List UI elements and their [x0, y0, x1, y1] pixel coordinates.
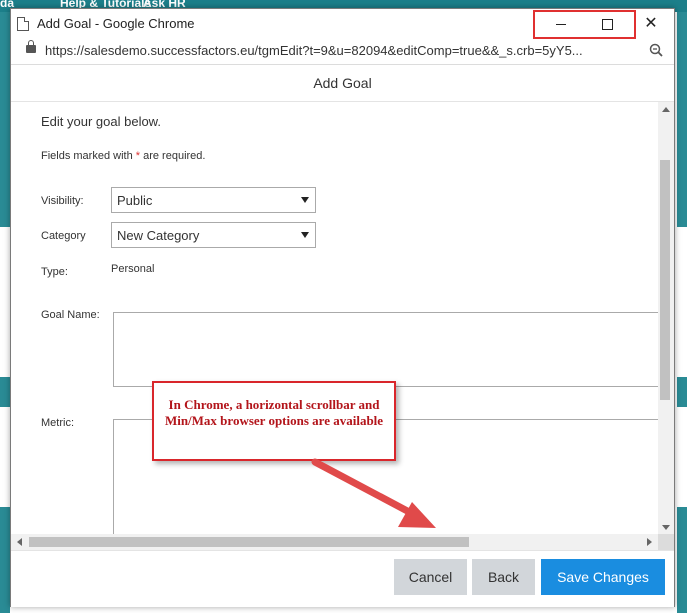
cancel-button[interactable]: Cancel	[394, 559, 467, 595]
visibility-value: Public	[117, 193, 153, 208]
scroll-right-arrow-icon[interactable]	[647, 538, 652, 546]
window-title: Add Goal - Google Chrome	[37, 16, 195, 31]
visibility-select[interactable]: Public	[111, 187, 316, 213]
dialog-footer: Cancel Back Save Changes	[11, 550, 674, 607]
dialog-title: Add Goal	[11, 65, 674, 102]
category-value: New Category	[117, 228, 200, 243]
url-text: https://salesdemo.successfactors.eu/tgmE…	[45, 43, 583, 58]
address-bar: https://salesdemo.successfactors.eu/tgmE…	[11, 39, 674, 65]
category-label: Category	[41, 230, 86, 242]
save-changes-button[interactable]: Save Changes	[541, 559, 665, 595]
horizontal-scroll-thumb[interactable]	[29, 537, 469, 547]
scroll-up-arrow-icon[interactable]	[662, 107, 670, 112]
scrollbar-corner	[658, 534, 674, 550]
required-note: Fields marked with * are required.	[41, 150, 206, 162]
back-button[interactable]: Back	[472, 559, 535, 595]
dropdown-arrow-icon	[301, 232, 309, 238]
background-left-strip	[0, 12, 10, 613]
scroll-left-arrow-icon[interactable]	[17, 538, 22, 546]
min-max-highlight-box	[533, 10, 636, 39]
dropdown-arrow-icon	[301, 197, 309, 203]
dialog-content: Edit your goal below. Fields marked with…	[11, 102, 658, 534]
scroll-down-arrow-icon[interactable]	[662, 525, 670, 530]
category-select[interactable]: New Category	[111, 222, 316, 248]
close-icon: ✕	[644, 15, 658, 32]
zoom-icon[interactable]	[649, 43, 663, 59]
annotation-callout: In Chrome, a horizontal scrollbar and Mi…	[152, 381, 396, 461]
type-label: Type:	[41, 266, 68, 278]
vertical-scrollbar[interactable]	[658, 102, 674, 534]
intro-text: Edit your goal below.	[41, 114, 161, 129]
metric-label: Metric:	[41, 417, 74, 429]
horizontal-scrollbar[interactable]	[11, 534, 658, 550]
page-icon	[17, 17, 29, 31]
browser-popup-window: Add Goal - Google Chrome ✕ https://sales…	[10, 8, 675, 607]
type-value: Personal	[111, 263, 155, 275]
goal-name-label: Goal Name:	[41, 309, 100, 321]
goal-name-textarea[interactable]	[113, 312, 658, 387]
visibility-label: Visibility:	[41, 195, 84, 207]
background-right-strip	[677, 12, 687, 613]
vertical-scroll-thumb[interactable]	[660, 160, 670, 400]
window-titlebar[interactable]: Add Goal - Google Chrome ✕	[11, 9, 674, 39]
lock-icon	[26, 40, 36, 53]
